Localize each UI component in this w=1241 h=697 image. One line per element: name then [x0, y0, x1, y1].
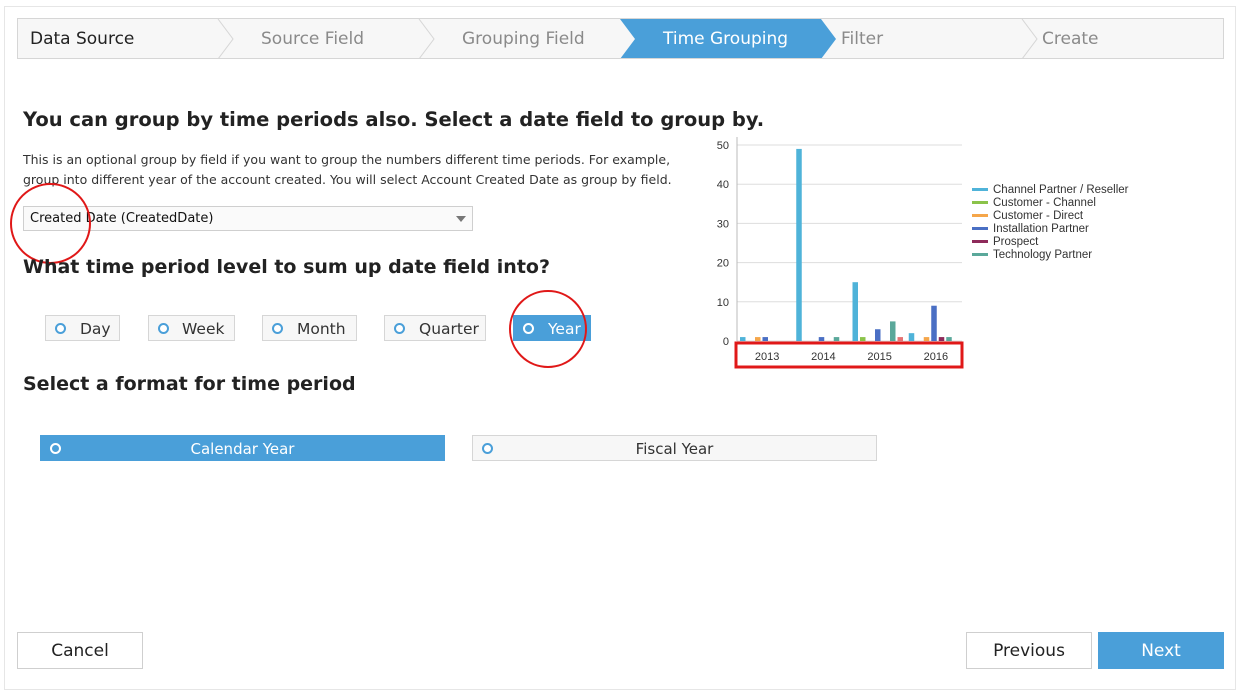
- bar: [740, 337, 746, 341]
- y-tick-label: 50: [717, 140, 729, 152]
- preview-chart: 0 10 20 30 40 50 2013 2014 2015 2016 Channel Partn…: [717, 137, 1129, 369]
- radio-icon: [158, 323, 169, 334]
- bar: [860, 337, 866, 341]
- period-option-quarter[interactable]: Quarter: [384, 315, 486, 341]
- step-time-grouping[interactable]: Time Grouping: [663, 19, 833, 58]
- radio-icon: [50, 443, 61, 454]
- legend-swatch: [972, 201, 988, 204]
- bar: [938, 337, 945, 341]
- bar: [755, 337, 761, 341]
- legend-swatch: [972, 227, 988, 230]
- bar: [875, 329, 881, 341]
- chevron-down-icon: [456, 216, 466, 222]
- bar: [897, 337, 903, 341]
- x-tick-label: 2013: [755, 351, 779, 363]
- period-option-day[interactable]: Day: [45, 315, 120, 341]
- cancel-button[interactable]: Cancel: [17, 632, 143, 669]
- bar: [908, 333, 915, 341]
- wizard-steps: Data Source Source Field Grouping Field …: [17, 18, 1224, 59]
- step-separator: [1021, 19, 1038, 58]
- period-option-year[interactable]: Year: [513, 315, 591, 341]
- legend-label: Installation Partner: [993, 223, 1089, 235]
- y-tick-label: 30: [717, 218, 729, 230]
- bar: [852, 282, 858, 341]
- page-description: This is an optional group by field if yo…: [23, 152, 672, 187]
- legend-label: Customer - Channel: [993, 197, 1096, 209]
- radio-icon: [394, 323, 405, 334]
- step-grouping-field[interactable]: Grouping Field: [462, 19, 632, 58]
- date-field-select[interactable]: Created Date (CreatedDate): [23, 206, 473, 231]
- legend-label: Prospect: [993, 236, 1039, 248]
- x-tick-label: 2016: [924, 351, 948, 363]
- radio-icon: [272, 323, 283, 334]
- radio-icon: [523, 323, 534, 334]
- legend-swatch: [972, 240, 988, 243]
- y-tick-label: 40: [717, 179, 729, 191]
- bar: [946, 337, 952, 341]
- x-tick-label: 2015: [867, 351, 891, 363]
- bar: [796, 148, 802, 341]
- step-filter[interactable]: Filter: [841, 19, 1011, 58]
- page-heading: You can group by time periods also. Sele…: [23, 108, 765, 131]
- legend-label: Channel Partner / Reseller: [993, 184, 1129, 196]
- legend-label: Customer - Direct: [993, 210, 1084, 222]
- bar: [890, 321, 896, 341]
- radio-icon: [55, 323, 66, 334]
- step-source-field[interactable]: Source Field: [261, 19, 431, 58]
- y-tick-label: 0: [723, 336, 729, 348]
- y-tick-label: 20: [717, 258, 729, 270]
- bar: [931, 305, 937, 341]
- step-data-source[interactable]: Data Source: [30, 19, 220, 58]
- legend-swatch: [972, 214, 988, 217]
- format-option-calendar-year[interactable]: Calendar Year: [40, 435, 445, 461]
- date-field-select-value: Created Date (CreatedDate): [30, 211, 214, 226]
- bar: [762, 337, 768, 341]
- period-heading: What time period level to sum up date fi…: [23, 256, 550, 278]
- y-tick-label: 10: [717, 297, 729, 309]
- next-button[interactable]: Next: [1098, 632, 1224, 669]
- radio-icon: [482, 443, 493, 454]
- bar: [833, 337, 840, 341]
- bar: [818, 337, 825, 341]
- step-separator: [217, 19, 234, 58]
- legend-label: Technology Partner: [993, 249, 1092, 261]
- bar: [923, 337, 930, 341]
- x-tick-label: 2014: [811, 351, 835, 363]
- format-option-fiscal-year[interactable]: Fiscal Year: [472, 435, 877, 461]
- legend-swatch: [972, 253, 988, 256]
- period-option-week[interactable]: Week: [148, 315, 235, 341]
- step-create[interactable]: Create: [1042, 19, 1212, 58]
- format-heading: Select a format for time period: [23, 373, 356, 395]
- previous-button[interactable]: Previous: [966, 632, 1092, 669]
- legend-swatch: [972, 188, 988, 191]
- period-option-month[interactable]: Month: [262, 315, 357, 341]
